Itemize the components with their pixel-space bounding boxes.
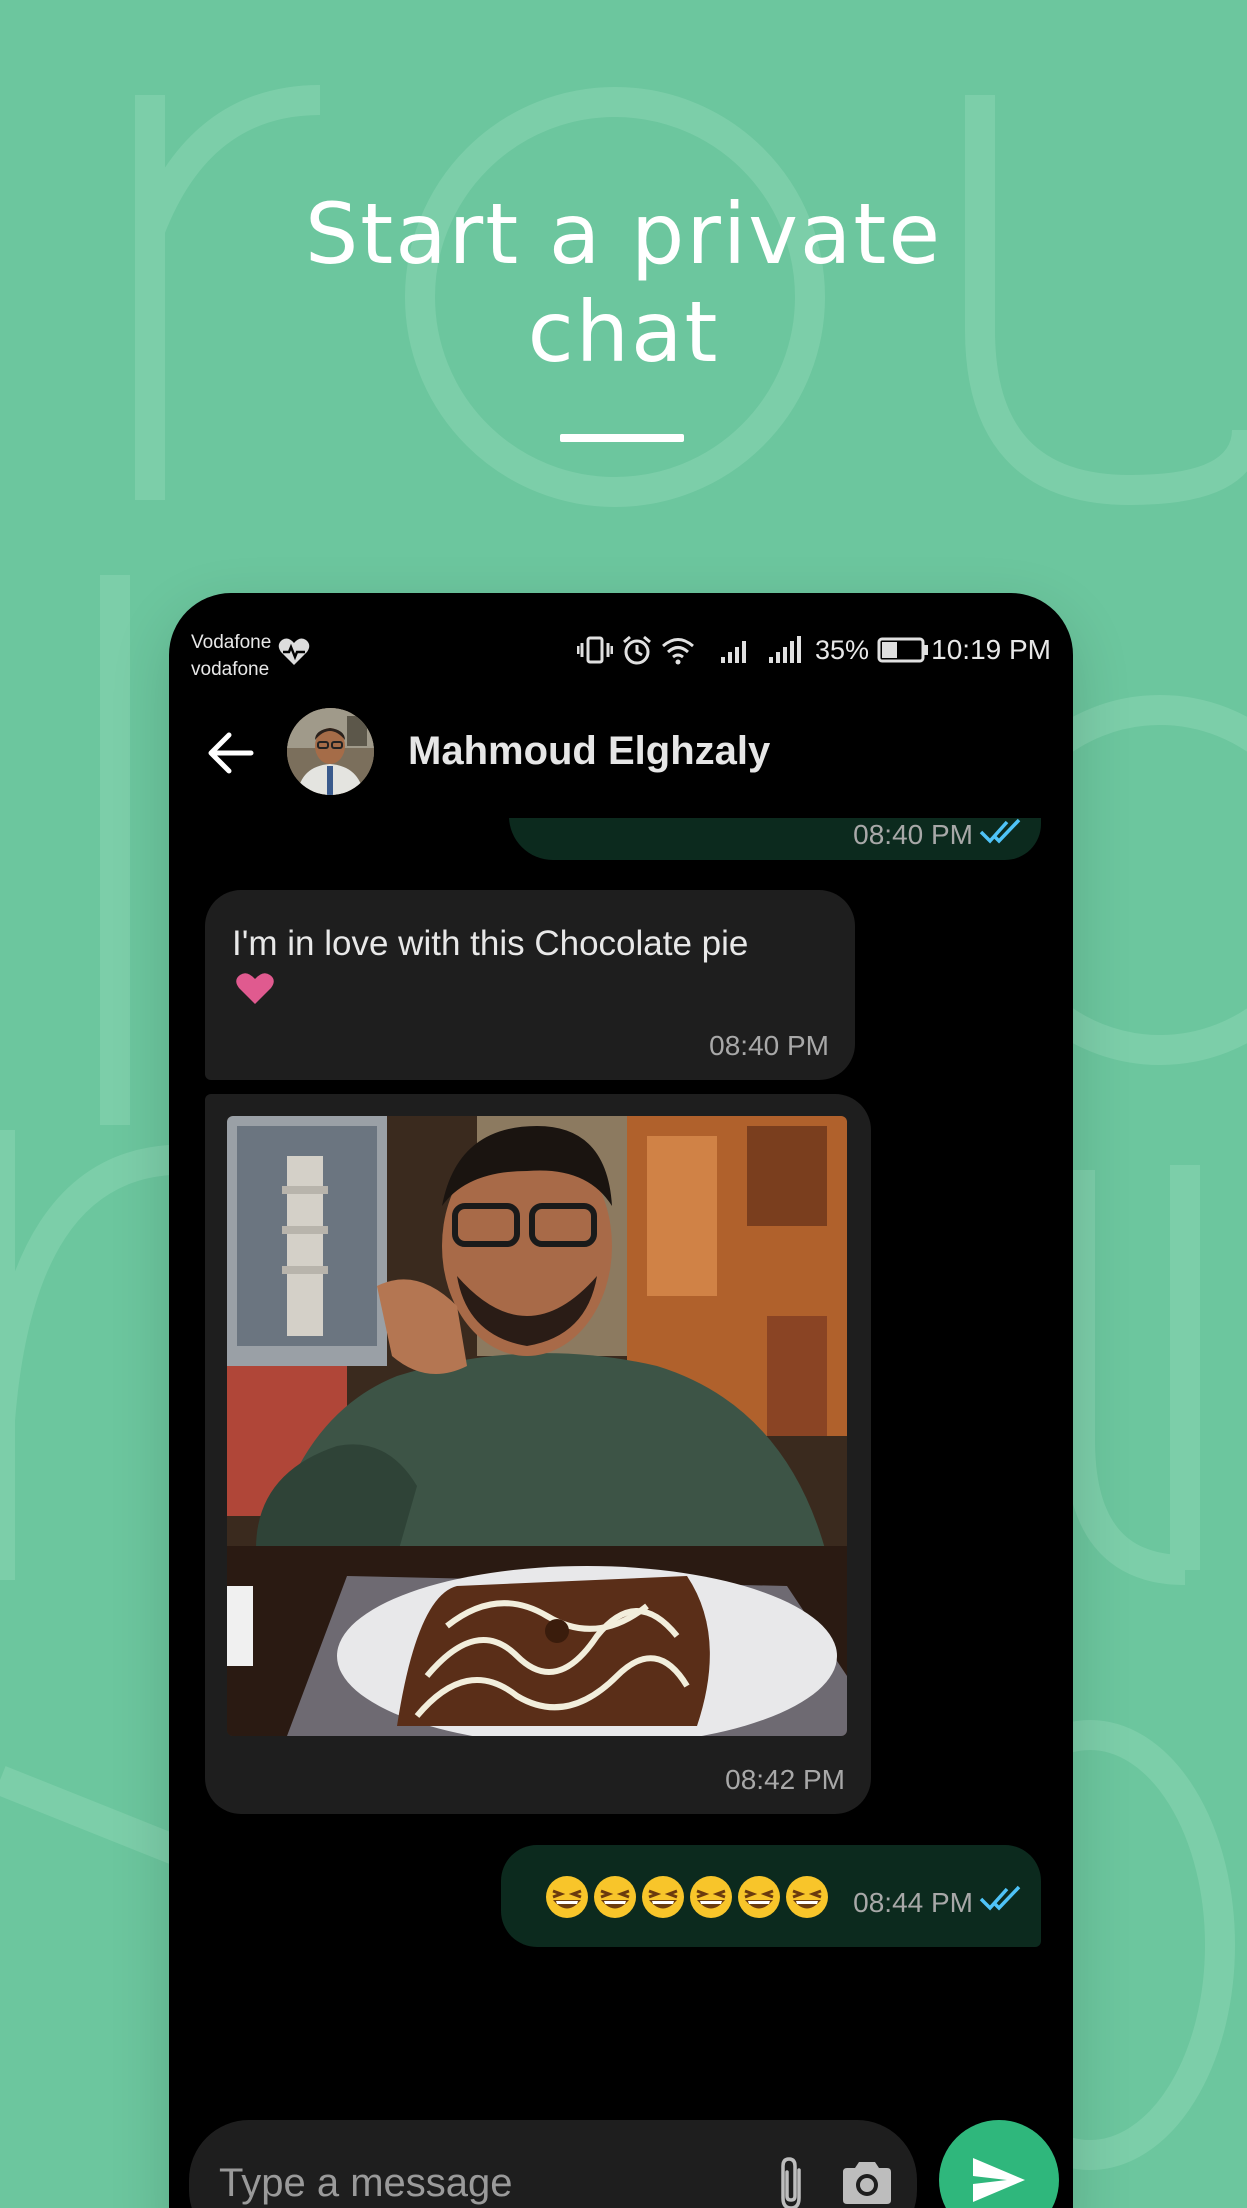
shared-photo[interactable] [227,1116,847,1736]
avatar-photo-icon [287,708,374,795]
status-icons: 35% [577,633,929,667]
status-clock: 10:19 PM [931,634,1051,665]
headline-underline [560,434,684,442]
phone-frame: Vodafone vodafone 35% 10:19 PM Mahmoud E… [169,593,1073,2208]
message-composer [189,2120,917,2208]
message-text: I'm in love with this Chocolate pie [232,924,749,963]
heart-rate-icon [278,638,310,665]
chat-header: Mahmoud Elghzaly [169,703,1073,803]
back-arrow-icon[interactable] [203,725,259,781]
carrier-name-1: Vodafone [191,632,272,653]
message-time: 08:42 PM [725,1764,845,1795]
message-list[interactable]: 08:40 PM I'm in love with this Chocolate… [169,818,1073,2078]
read-ticks-icon [979,1885,1021,1911]
carrier-label: Vodafone vodafone [191,629,271,683]
camera-icon[interactable] [839,2158,895,2208]
photo-image-icon [227,1116,847,1736]
grinning-face-icon [786,1876,828,1918]
message-input[interactable] [219,2158,739,2208]
vibrate-icon [577,636,613,664]
message-time: 08:40 PM [709,1030,829,1061]
grinning-face-icon [546,1876,588,1918]
headline: Start a private chat [0,185,1247,381]
contact-avatar[interactable] [287,708,374,795]
photo-message-bubble[interactable]: 08:42 PM [205,1094,871,1814]
contact-name[interactable]: Mahmoud Elghzaly [408,729,770,774]
message-time: 08:44 PM [853,1887,973,1918]
message-bubble-outgoing[interactable]: 08:44 PM [501,1845,1041,1947]
battery-percentage: 35% [815,634,870,665]
laughing-emoji-row [545,1875,829,1919]
paperclip-icon[interactable] [769,2154,813,2208]
message-time: 08:40 PM [853,819,973,850]
status-bar: Vodafone vodafone 35% 10:19 PM [169,593,1073,683]
heart-emoji-icon [236,973,274,1004]
grinning-face-icon [594,1876,636,1918]
read-ticks-icon [979,818,1021,844]
carrier-name-2: vodafone [191,659,270,680]
grinning-face-icon [738,1876,780,1918]
grinning-face-icon [642,1876,684,1918]
signal-icon-1 [721,641,746,663]
send-icon [973,2158,1025,2202]
message-bubble-incoming[interactable]: I'm in love with this Chocolate pie 08:4… [205,890,855,1080]
alarm-icon [623,635,651,665]
grinning-face-icon [690,1876,732,1918]
headline-line-2: chat [527,283,720,381]
send-button[interactable] [939,2120,1059,2208]
battery-icon [877,637,929,663]
wifi-icon [662,638,694,665]
message-bubble-outgoing[interactable]: 08:40 PM [509,818,1041,860]
headline-line-1: Start a private [304,185,943,283]
signal-icon-2 [769,636,801,663]
